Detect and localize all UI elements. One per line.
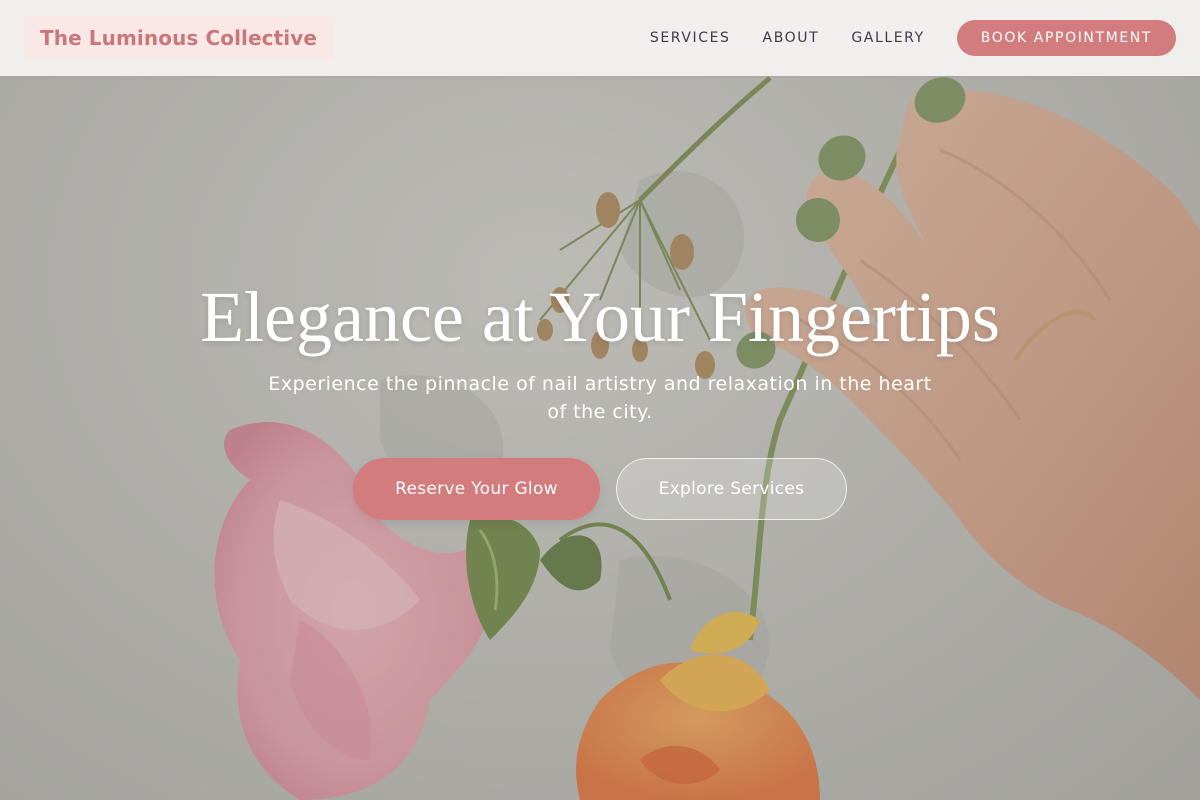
main-nav: SERVICES ABOUT GALLERY BOOK APPOINTMENT	[650, 0, 1176, 76]
reserve-button[interactable]: Reserve Your Glow	[353, 458, 600, 520]
nav-link-services[interactable]: SERVICES	[650, 30, 731, 46]
site-header: The Luminous Collective SERVICES ABOUT G…	[0, 0, 1200, 76]
cta-row: Reserve Your Glow Explore Services	[0, 458, 1200, 520]
hero-title: Elegance at Your Fingertips	[200, 277, 1000, 357]
nav-link-gallery[interactable]: GALLERY	[851, 30, 924, 46]
hero-subtitle: Experience the pinnacle of nail artistry…	[268, 373, 932, 423]
hero-content: Elegance at Your Fingertips Experience t…	[0, 272, 1200, 520]
brand-logo[interactable]: The Luminous Collective	[24, 16, 334, 59]
nav-link-about[interactable]: ABOUT	[763, 30, 820, 46]
book-appointment-button[interactable]: BOOK APPOINTMENT	[956, 20, 1176, 56]
explore-services-button[interactable]: Explore Services	[616, 458, 847, 520]
